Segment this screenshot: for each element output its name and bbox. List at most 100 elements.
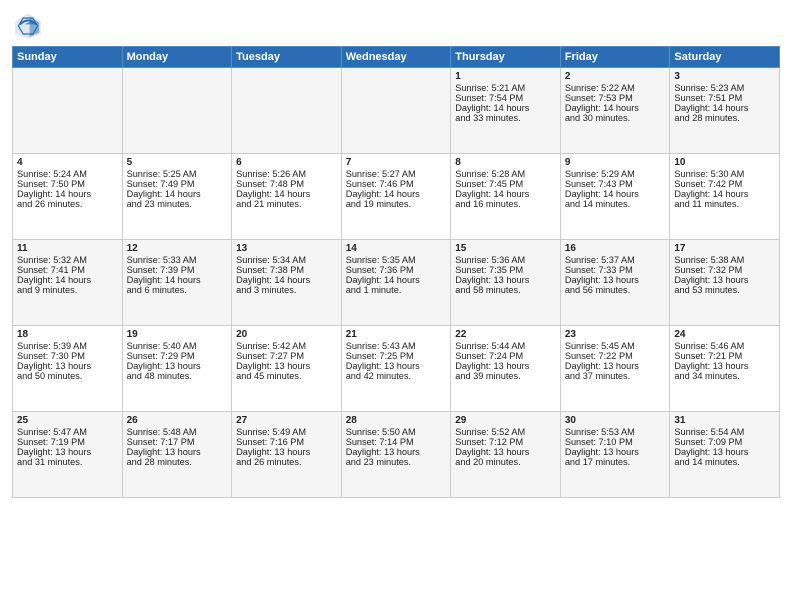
cell-info: and 14 minutes. bbox=[674, 457, 775, 467]
cell-info: Daylight: 13 hours bbox=[455, 361, 556, 371]
calendar-cell: 29Sunrise: 5:52 AMSunset: 7:12 PMDayligh… bbox=[451, 412, 561, 498]
cell-info: and 48 minutes. bbox=[127, 371, 228, 381]
cell-info: Daylight: 13 hours bbox=[236, 447, 337, 457]
cell-info: and 21 minutes. bbox=[236, 199, 337, 209]
cell-info: Sunrise: 5:37 AM bbox=[565, 255, 666, 265]
calendar-cell: 2Sunrise: 5:22 AMSunset: 7:53 PMDaylight… bbox=[560, 68, 670, 154]
cell-info: and 3 minutes. bbox=[236, 285, 337, 295]
cell-info: Daylight: 14 hours bbox=[236, 189, 337, 199]
cell-info: and 20 minutes. bbox=[455, 457, 556, 467]
cell-info: Sunset: 7:29 PM bbox=[127, 351, 228, 361]
cell-info: Sunrise: 5:25 AM bbox=[127, 169, 228, 179]
cell-info: and 31 minutes. bbox=[17, 457, 118, 467]
calendar-cell: 6Sunrise: 5:26 AMSunset: 7:48 PMDaylight… bbox=[232, 154, 342, 240]
cell-info: Sunset: 7:12 PM bbox=[455, 437, 556, 447]
calendar-week: 18Sunrise: 5:39 AMSunset: 7:30 PMDayligh… bbox=[13, 326, 780, 412]
cell-info: Sunrise: 5:36 AM bbox=[455, 255, 556, 265]
day-number: 12 bbox=[127, 243, 228, 254]
cell-info: and 28 minutes. bbox=[127, 457, 228, 467]
calendar-cell: 11Sunrise: 5:32 AMSunset: 7:41 PMDayligh… bbox=[13, 240, 123, 326]
cell-info: and 45 minutes. bbox=[236, 371, 337, 381]
cell-info: and 39 minutes. bbox=[455, 371, 556, 381]
cell-info: Sunset: 7:14 PM bbox=[346, 437, 447, 447]
cell-info: Sunset: 7:41 PM bbox=[17, 265, 118, 275]
cell-info: Sunset: 7:10 PM bbox=[565, 437, 666, 447]
cell-info: Sunset: 7:21 PM bbox=[674, 351, 775, 361]
calendar-cell: 4Sunrise: 5:24 AMSunset: 7:50 PMDaylight… bbox=[13, 154, 123, 240]
cell-info: and 6 minutes. bbox=[127, 285, 228, 295]
cell-info: and 28 minutes. bbox=[674, 113, 775, 123]
cell-info: Daylight: 14 hours bbox=[17, 189, 118, 199]
day-number: 24 bbox=[674, 329, 775, 340]
cell-info: Daylight: 13 hours bbox=[17, 361, 118, 371]
cell-info: Daylight: 13 hours bbox=[565, 361, 666, 371]
day-number: 14 bbox=[346, 243, 447, 254]
cell-info: Sunrise: 5:34 AM bbox=[236, 255, 337, 265]
cell-info: Sunrise: 5:22 AM bbox=[565, 83, 666, 93]
cell-info: Sunrise: 5:24 AM bbox=[17, 169, 118, 179]
calendar-cell: 28Sunrise: 5:50 AMSunset: 7:14 PMDayligh… bbox=[341, 412, 451, 498]
cell-info: Sunset: 7:53 PM bbox=[565, 93, 666, 103]
cell-info: and 16 minutes. bbox=[455, 199, 556, 209]
calendar-table: SundayMondayTuesdayWednesdayThursdayFrid… bbox=[12, 46, 780, 498]
calendar-cell: 10Sunrise: 5:30 AMSunset: 7:42 PMDayligh… bbox=[670, 154, 780, 240]
cell-info: Daylight: 13 hours bbox=[346, 361, 447, 371]
calendar-cell: 8Sunrise: 5:28 AMSunset: 7:45 PMDaylight… bbox=[451, 154, 561, 240]
calendar-header: SundayMondayTuesdayWednesdayThursdayFrid… bbox=[13, 47, 780, 68]
cell-info: Daylight: 13 hours bbox=[236, 361, 337, 371]
calendar-cell: 14Sunrise: 5:35 AMSunset: 7:36 PMDayligh… bbox=[341, 240, 451, 326]
cell-info: Daylight: 14 hours bbox=[455, 103, 556, 113]
calendar-cell bbox=[13, 68, 123, 154]
cell-info: Daylight: 13 hours bbox=[127, 447, 228, 457]
cell-info: and 58 minutes. bbox=[455, 285, 556, 295]
cell-info: Daylight: 14 hours bbox=[236, 275, 337, 285]
cell-info: Sunset: 7:43 PM bbox=[565, 179, 666, 189]
cell-info: and 26 minutes. bbox=[236, 457, 337, 467]
cell-info: Sunset: 7:24 PM bbox=[455, 351, 556, 361]
cell-info: Sunset: 7:39 PM bbox=[127, 265, 228, 275]
calendar-cell bbox=[122, 68, 232, 154]
cell-info: and 37 minutes. bbox=[565, 371, 666, 381]
cell-info: Sunrise: 5:32 AM bbox=[17, 255, 118, 265]
cell-info: Sunset: 7:54 PM bbox=[455, 93, 556, 103]
day-number: 7 bbox=[346, 157, 447, 168]
calendar-cell: 20Sunrise: 5:42 AMSunset: 7:27 PMDayligh… bbox=[232, 326, 342, 412]
calendar-cell: 17Sunrise: 5:38 AMSunset: 7:32 PMDayligh… bbox=[670, 240, 780, 326]
cell-info: Sunset: 7:25 PM bbox=[346, 351, 447, 361]
cell-info: Sunrise: 5:26 AM bbox=[236, 169, 337, 179]
cell-info: and 42 minutes. bbox=[346, 371, 447, 381]
calendar-cell: 3Sunrise: 5:23 AMSunset: 7:51 PMDaylight… bbox=[670, 68, 780, 154]
cell-info: and 9 minutes. bbox=[17, 285, 118, 295]
cell-info: Sunrise: 5:38 AM bbox=[674, 255, 775, 265]
cell-info: Sunrise: 5:46 AM bbox=[674, 341, 775, 351]
calendar-cell: 1Sunrise: 5:21 AMSunset: 7:54 PMDaylight… bbox=[451, 68, 561, 154]
cell-info: Sunrise: 5:35 AM bbox=[346, 255, 447, 265]
calendar-cell: 12Sunrise: 5:33 AMSunset: 7:39 PMDayligh… bbox=[122, 240, 232, 326]
logo-icon bbox=[12, 10, 44, 42]
calendar-week: 4Sunrise: 5:24 AMSunset: 7:50 PMDaylight… bbox=[13, 154, 780, 240]
cell-info: Sunset: 7:32 PM bbox=[674, 265, 775, 275]
calendar-cell bbox=[341, 68, 451, 154]
calendar-week: 25Sunrise: 5:47 AMSunset: 7:19 PMDayligh… bbox=[13, 412, 780, 498]
day-number: 11 bbox=[17, 243, 118, 254]
cell-info: Daylight: 13 hours bbox=[565, 275, 666, 285]
cell-info: Sunset: 7:35 PM bbox=[455, 265, 556, 275]
day-number: 1 bbox=[455, 71, 556, 82]
day-number: 17 bbox=[674, 243, 775, 254]
calendar-cell: 9Sunrise: 5:29 AMSunset: 7:43 PMDaylight… bbox=[560, 154, 670, 240]
header bbox=[12, 10, 780, 42]
calendar-cell bbox=[232, 68, 342, 154]
cell-info: Sunrise: 5:44 AM bbox=[455, 341, 556, 351]
cell-info: Daylight: 14 hours bbox=[17, 275, 118, 285]
cell-info: Daylight: 13 hours bbox=[455, 275, 556, 285]
day-number: 21 bbox=[346, 329, 447, 340]
cell-info: Sunset: 7:17 PM bbox=[127, 437, 228, 447]
weekday-header: Wednesday bbox=[341, 47, 451, 68]
cell-info: Sunrise: 5:29 AM bbox=[565, 169, 666, 179]
calendar-cell: 16Sunrise: 5:37 AMSunset: 7:33 PMDayligh… bbox=[560, 240, 670, 326]
cell-info: Daylight: 14 hours bbox=[674, 189, 775, 199]
day-number: 13 bbox=[236, 243, 337, 254]
cell-info: Sunrise: 5:30 AM bbox=[674, 169, 775, 179]
weekday-header: Monday bbox=[122, 47, 232, 68]
cell-info: Sunrise: 5:28 AM bbox=[455, 169, 556, 179]
